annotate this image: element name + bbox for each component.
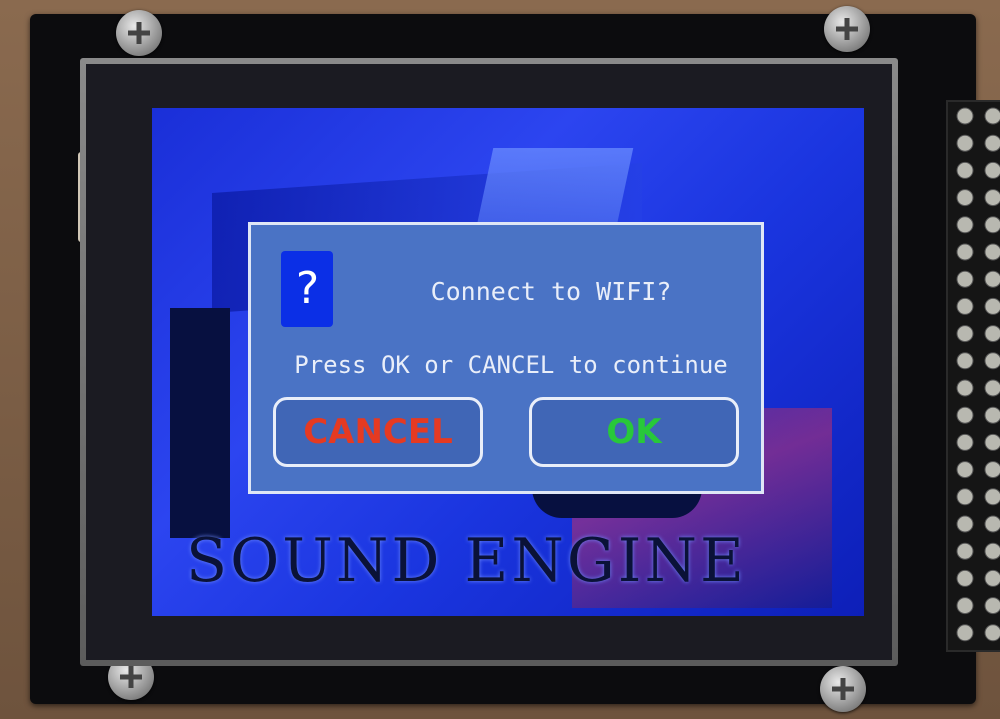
header-pin bbox=[984, 107, 1000, 125]
header-pin bbox=[984, 406, 1000, 424]
pin-grid bbox=[956, 107, 1000, 642]
screw-top-right bbox=[824, 6, 870, 52]
dialog-title: Connect to WIFI? bbox=[430, 277, 672, 306]
header-pin bbox=[956, 433, 974, 451]
header-pin bbox=[984, 461, 1000, 479]
background-logo-text: SOUND ENGINE bbox=[186, 526, 747, 596]
question-icon: ? bbox=[281, 251, 333, 327]
ok-button[interactable]: OK bbox=[529, 397, 739, 467]
header-pin bbox=[984, 569, 1000, 587]
header-pin bbox=[984, 189, 1000, 207]
header-pin bbox=[984, 243, 1000, 261]
header-pin bbox=[984, 379, 1000, 397]
header-pin bbox=[956, 189, 974, 207]
header-pin bbox=[984, 325, 1000, 343]
header-pin bbox=[956, 161, 974, 179]
header-pin bbox=[984, 216, 1000, 234]
header-pin bbox=[984, 597, 1000, 615]
header-pin bbox=[984, 624, 1000, 642]
header-pin bbox=[956, 461, 974, 479]
header-pin bbox=[984, 161, 1000, 179]
screw-top-left bbox=[116, 10, 162, 56]
header-pin bbox=[956, 515, 974, 533]
header-pins bbox=[946, 100, 1000, 652]
header-pin bbox=[956, 325, 974, 343]
header-pin bbox=[984, 515, 1000, 533]
background-graphic bbox=[170, 308, 230, 538]
header-pin bbox=[956, 597, 974, 615]
header-pin bbox=[956, 352, 974, 370]
wifi-confirm-dialog: ? Connect to WIFI? Press OK or CANCEL to… bbox=[248, 222, 764, 494]
header-pin bbox=[956, 270, 974, 288]
header-pin bbox=[956, 569, 974, 587]
header-pin bbox=[956, 216, 974, 234]
header-pin bbox=[984, 270, 1000, 288]
header-pin bbox=[984, 488, 1000, 506]
header-pin bbox=[984, 134, 1000, 152]
header-pin bbox=[984, 297, 1000, 315]
header-pin bbox=[956, 542, 974, 560]
header-pin bbox=[956, 107, 974, 125]
cancel-button[interactable]: CANCEL bbox=[273, 397, 483, 467]
header-pin bbox=[984, 433, 1000, 451]
header-pin bbox=[956, 624, 974, 642]
screw-bottom-right bbox=[820, 666, 866, 712]
header-pin bbox=[984, 352, 1000, 370]
header-pin bbox=[956, 406, 974, 424]
header-pin bbox=[956, 297, 974, 315]
header-pin bbox=[956, 134, 974, 152]
header-pin bbox=[956, 379, 974, 397]
header-pin bbox=[984, 542, 1000, 560]
header-pin bbox=[956, 488, 974, 506]
dialog-message: Press OK or CANCEL to continue bbox=[294, 351, 728, 379]
header-pin bbox=[956, 243, 974, 261]
